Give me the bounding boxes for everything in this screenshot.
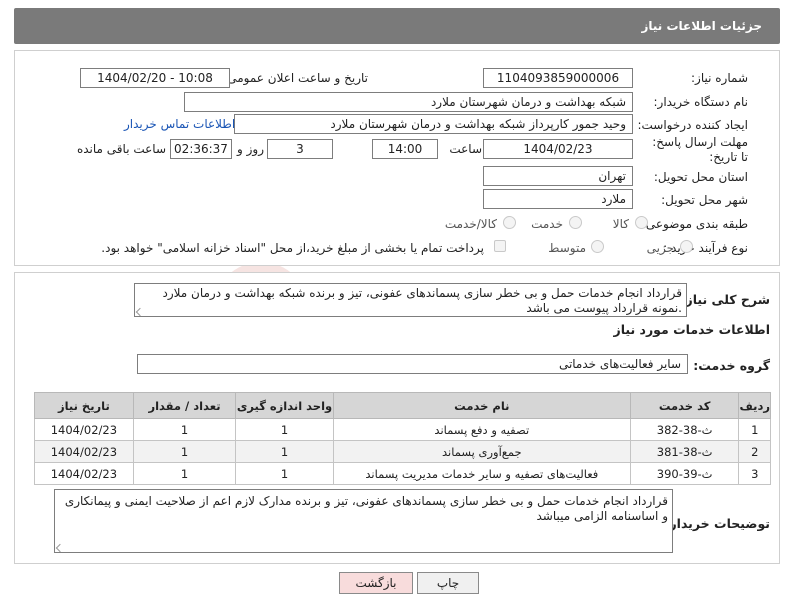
back-button[interactable]: بازگشت xyxy=(339,572,413,594)
cell-code: ث-38-381 xyxy=(629,440,740,463)
table-row: 2 ث-38-381 جمع‌آوری پسماند 1 1 1404/02/2… xyxy=(34,440,771,463)
purchase-type-medium-radio[interactable] xyxy=(591,240,604,253)
deadline-time-field: 14:00 xyxy=(372,139,438,159)
category-goods-radio[interactable] xyxy=(635,216,648,229)
cell-date: 1404/02/23 xyxy=(34,440,134,463)
need-number-field: 1104093859000006 xyxy=(483,68,633,88)
deadline-time-label: ساعت xyxy=(449,142,482,156)
services-table: ردیف کد خدمت نام خدمت واحد اندازه گیری ت… xyxy=(34,392,771,485)
remaining-days-label: روز و xyxy=(237,142,264,156)
cell-code: ث-39-390 xyxy=(629,462,740,485)
province-field: تهران xyxy=(483,166,633,186)
table-row: 3 ث-39-390 فعالیت‌های تصفیه و سایر خدمات… xyxy=(34,462,771,485)
resize-grip-icon[interactable] xyxy=(55,543,65,552)
category-goods-label: کالا xyxy=(612,217,629,231)
treasury-bonds-note: پرداخت تمام یا بخشی از مبلغ خرید،از محل … xyxy=(101,241,484,255)
cell-code: ث-38-382 xyxy=(629,418,740,441)
cell-date: 1404/02/23 xyxy=(34,462,134,485)
remaining-time-label: ساعت باقی مانده xyxy=(76,142,166,156)
province-label: استان محل تحویل: xyxy=(653,170,748,184)
cell-row: 1 xyxy=(738,418,771,441)
col-row-header: ردیف xyxy=(738,392,771,419)
buyer-contact-link[interactable]: اطلاعات تماس خریدار xyxy=(124,117,235,131)
category-service-radio[interactable] xyxy=(569,216,582,229)
purchase-type-label: نوع فرآیند خرید : xyxy=(663,241,748,255)
buyer-notes-text: قرارداد انجام خدمات حمل و بی خطر سازی پس… xyxy=(64,494,668,523)
summary-text: قرارداد انجام خدمات حمل و بی خطر سازی پس… xyxy=(162,286,682,315)
category-goods-service-radio[interactable] xyxy=(503,216,516,229)
cell-name: فعالیت‌های تصفیه و سایر خدمات مدیریت پسم… xyxy=(332,462,631,485)
services-section-title: اطلاعات خدمات مورد نیاز xyxy=(613,322,771,337)
category-label: طبقه بندی موضوعی: xyxy=(641,217,748,231)
buyer-org-label: نام دستگاه خریدار: xyxy=(653,95,749,109)
remaining-days-field: 3 xyxy=(267,139,333,159)
city-field: ملارد xyxy=(483,189,633,209)
need-number-label: شماره نیاز: xyxy=(691,71,748,85)
purchase-type-minor-label: جزیی xyxy=(646,241,674,255)
print-button[interactable]: چاپ xyxy=(417,572,479,594)
summary-textarea: قرارداد انجام خدمات حمل و بی خطر سازی پس… xyxy=(134,283,687,317)
city-label: شهر محل تحویل: xyxy=(661,193,748,207)
cell-date: 1404/02/23 xyxy=(34,418,134,441)
page-header: جزئیات اطلاعات نیاز xyxy=(14,8,780,44)
page-title: جزئیات اطلاعات نیاز xyxy=(641,19,762,33)
summary-label: شرح کلی نیاز: xyxy=(680,292,770,307)
deadline-label: مهلت ارسال پاسخ: تا تاریخ: xyxy=(652,135,748,164)
col-name-header: نام خدمت xyxy=(332,392,631,419)
col-date-header: تاریخ نیاز xyxy=(34,392,134,419)
requester-field: وحید جمور کارپرداز شبکه بهداشت و درمان ش… xyxy=(234,114,633,134)
cell-qty: 1 xyxy=(132,462,237,485)
treasury-bonds-checkbox[interactable] xyxy=(494,240,506,252)
cell-qty: 1 xyxy=(132,418,237,441)
service-group-field: سایر فعالیت‌های خدماتی xyxy=(137,354,688,374)
category-goods-service-label: کالا/خدمت xyxy=(444,217,497,231)
cell-row: 3 xyxy=(738,462,771,485)
buyer-notes-label: توضیحات خریدار: xyxy=(664,516,770,531)
table-row: 1 ث-38-382 تصفیه و دفع پسماند 1 1 1404/0… xyxy=(34,418,771,441)
remaining-time-field: 02:36:37 xyxy=(170,139,232,159)
cell-unit: 1 xyxy=(235,418,334,441)
purchase-type-minor-radio[interactable] xyxy=(680,240,693,253)
announce-datetime-label: تاریخ و ساعت اعلان عمومی: xyxy=(223,71,368,85)
cell-name: جمع‌آوری پسماند xyxy=(332,440,631,463)
col-unit-header: واحد اندازه گیری xyxy=(235,392,334,419)
announce-datetime-field: 1404/02/20 - 10:08 xyxy=(80,68,230,88)
service-group-label: گروه خدمت: xyxy=(693,358,770,373)
cell-unit: 1 xyxy=(235,462,334,485)
buyer-org-field: شبکه بهداشت و درمان شهرستان ملارد xyxy=(184,92,633,112)
col-qty-header: تعداد / مقدار xyxy=(132,392,237,419)
table-header-row: ردیف کد خدمت نام خدمت واحد اندازه گیری ت… xyxy=(34,392,771,419)
deadline-date-field: 1404/02/23 xyxy=(483,139,633,159)
buyer-notes-textarea: قرارداد انجام خدمات حمل و بی خطر سازی پس… xyxy=(54,489,673,553)
category-service-label: خدمت xyxy=(531,217,563,231)
cell-unit: 1 xyxy=(235,440,334,463)
cell-row: 2 xyxy=(738,440,771,463)
requester-label: ایجاد کننده درخواست: xyxy=(637,118,748,132)
purchase-type-medium-label: متوسط xyxy=(548,241,586,255)
resize-grip-icon[interactable] xyxy=(135,307,145,316)
col-code-header: کد خدمت xyxy=(629,392,740,419)
cell-qty: 1 xyxy=(132,440,237,463)
cell-name: تصفیه و دفع پسماند xyxy=(332,418,631,441)
